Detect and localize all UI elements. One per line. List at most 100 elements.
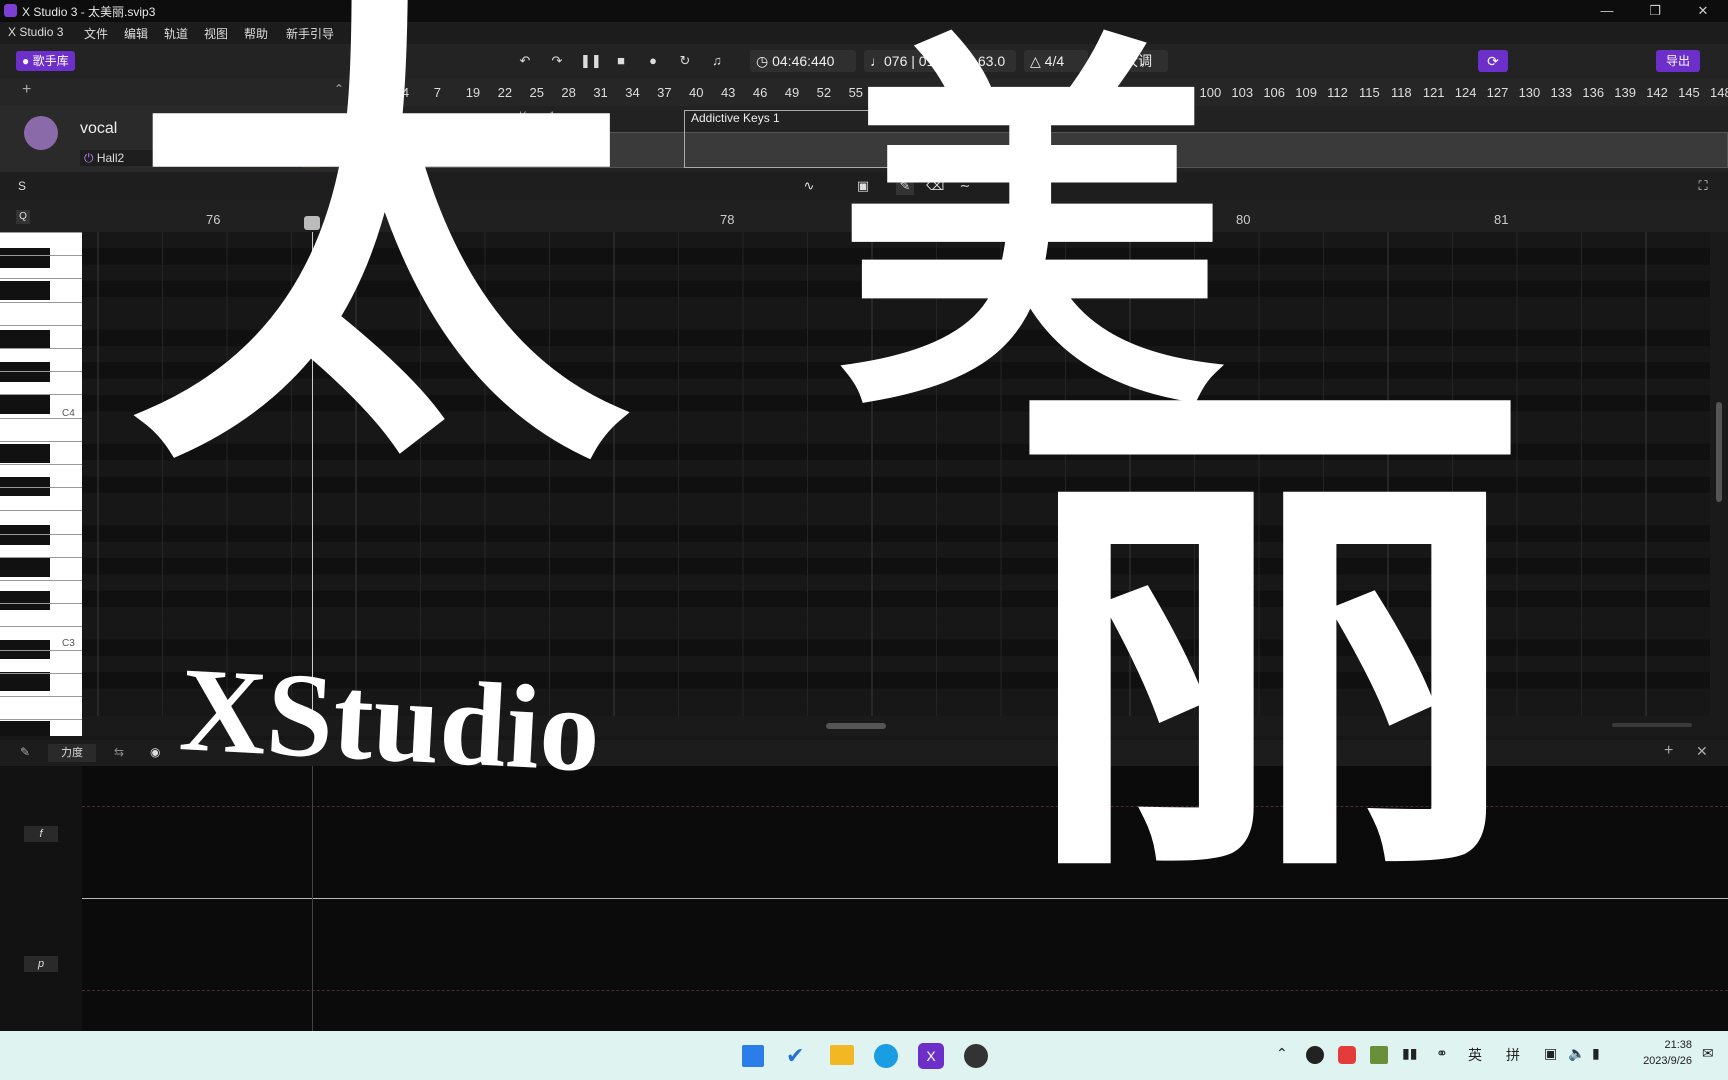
bar-number: 106 bbox=[1263, 85, 1286, 100]
singer-library-label: 歌手库 bbox=[32, 54, 69, 68]
black-key[interactable] bbox=[0, 280, 50, 301]
bar-number: 40 bbox=[689, 85, 704, 100]
black-key[interactable] bbox=[0, 590, 50, 610]
sync-icon[interactable]: ⟳ bbox=[1478, 50, 1508, 72]
key-label-c3: C3 bbox=[62, 638, 75, 649]
white-key-divider bbox=[0, 324, 82, 326]
black-key[interactable] bbox=[0, 329, 50, 350]
tray-netease-icon[interactable] bbox=[1338, 1046, 1356, 1064]
eye-icon[interactable]: ◉ bbox=[150, 745, 160, 759]
singer-library-button[interactable]: ● 歌手库 bbox=[16, 51, 75, 71]
bar-81: 81 bbox=[1494, 212, 1509, 227]
bar-number: 142 bbox=[1646, 85, 1668, 100]
menu-file[interactable]: 文件 bbox=[84, 25, 108, 42]
bar-number: 46 bbox=[752, 85, 768, 100]
edge-icon[interactable] bbox=[874, 1044, 898, 1068]
white-key-divider bbox=[0, 348, 82, 349]
taskbar: ✔ X ⌃ ▮▮ ⚭ 英 拼 ▣ 🔈 ▮ 21:38 2023/9/26 ✉ bbox=[0, 1031, 1728, 1080]
battery-icon[interactable]: ▮ bbox=[1592, 1045, 1600, 1062]
speaker-icon[interactable]: 🔈 bbox=[1568, 1045, 1585, 1062]
white-key-divider bbox=[0, 719, 82, 721]
tray-app-icon[interactable] bbox=[1306, 1046, 1324, 1064]
black-key[interactable] bbox=[0, 443, 50, 464]
black-key[interactable] bbox=[0, 558, 50, 578]
bar-number: 52 bbox=[816, 85, 832, 100]
add-track-icon[interactable]: + bbox=[22, 81, 31, 99]
ime-pinyin[interactable]: 拼 bbox=[1506, 1045, 1520, 1065]
obs-icon[interactable] bbox=[964, 1044, 988, 1068]
tray-bars-icon[interactable]: ▮▮ bbox=[1402, 1045, 1417, 1062]
xstudio-taskbar-icon[interactable]: X bbox=[918, 1043, 944, 1069]
bar-number: 145 bbox=[1678, 85, 1700, 100]
white-key-divider bbox=[0, 510, 82, 512]
export-button[interactable]: 导出 bbox=[1656, 50, 1700, 72]
close-panel-icon[interactable]: ✕ bbox=[1696, 743, 1708, 760]
piano-button[interactable]: p bbox=[24, 956, 58, 972]
menu-app[interactable]: X Studio 3 bbox=[8, 25, 63, 39]
white-key-divider bbox=[0, 394, 82, 396]
fit-view-icon[interactable]: ⛶ bbox=[1694, 177, 1712, 195]
white-key-divider bbox=[0, 580, 82, 581]
black-key[interactable] bbox=[0, 672, 50, 692]
white-key-divider bbox=[0, 278, 82, 280]
lower-guide bbox=[82, 990, 1728, 992]
folder-icon[interactable] bbox=[830, 1045, 854, 1065]
white-key-divider bbox=[0, 301, 82, 303]
bar-number: 115 bbox=[1359, 85, 1380, 100]
vertical-scrollbar[interactable] bbox=[1710, 232, 1728, 716]
black-key[interactable] bbox=[0, 721, 50, 736]
edit-icon[interactable]: ✎ bbox=[20, 745, 30, 759]
microphone-icon[interactable]: ⚭ bbox=[1436, 1045, 1448, 1062]
start-icon[interactable] bbox=[742, 1045, 764, 1067]
overlay-char-tai: 太 bbox=[130, 0, 630, 517]
tray-app2-icon[interactable] bbox=[1370, 1046, 1388, 1064]
white-key-divider bbox=[0, 440, 82, 442]
clock-date[interactable]: 2023/9/26 bbox=[1630, 1055, 1692, 1067]
black-key[interactable] bbox=[0, 476, 50, 496]
swap-icon[interactable]: ⇆ bbox=[114, 745, 124, 759]
white-key-divider bbox=[0, 255, 82, 257]
ime-english[interactable]: 英 bbox=[1468, 1045, 1482, 1065]
overlay-char-li: 丽 bbox=[1010, 352, 1530, 927]
add-param-icon[interactable]: + bbox=[1664, 742, 1673, 760]
white-key-divider bbox=[0, 603, 82, 605]
hscroll-thumb[interactable] bbox=[826, 723, 886, 729]
bar-number: 49 bbox=[784, 85, 800, 100]
white-key-divider bbox=[0, 371, 82, 373]
quantize-button[interactable]: Q bbox=[16, 210, 30, 224]
bar-number: 136 bbox=[1582, 85, 1605, 100]
forte-button[interactable]: f bbox=[24, 826, 58, 842]
black-key[interactable] bbox=[0, 525, 50, 545]
bar-80: 80 bbox=[1236, 212, 1251, 227]
todo-icon[interactable]: ✔ bbox=[786, 1043, 804, 1069]
black-key[interactable] bbox=[0, 248, 50, 268]
white-key-divider bbox=[0, 487, 82, 489]
white-key-divider bbox=[0, 464, 82, 465]
curve-icon[interactable]: ∿ bbox=[800, 177, 818, 195]
white-key-divider bbox=[0, 626, 82, 628]
black-key[interactable] bbox=[0, 395, 50, 415]
white-key-divider bbox=[0, 533, 82, 535]
clock-time[interactable]: 21:38 bbox=[1650, 1039, 1692, 1051]
clip-title: Addictive Keys 1 bbox=[691, 111, 780, 125]
bar-number: 109 bbox=[1295, 85, 1317, 100]
record-icon[interactable]: ● bbox=[644, 52, 662, 70]
piano-keyboard[interactable]: C4 C3 bbox=[0, 232, 82, 736]
white-key-divider bbox=[0, 232, 82, 233]
tray-expand-icon[interactable]: ⌃ bbox=[1276, 1045, 1288, 1062]
minimize-button[interactable]: — bbox=[1584, 0, 1630, 22]
vscroll-thumb[interactable] bbox=[1716, 402, 1722, 502]
network-icon[interactable]: ▣ bbox=[1544, 1045, 1557, 1062]
velocity-tab[interactable]: 力度 bbox=[48, 744, 96, 762]
maximize-button[interactable]: ❐ bbox=[1632, 0, 1678, 22]
solo-toggle[interactable]: S bbox=[18, 179, 26, 193]
notification-icon[interactable]: ✉ bbox=[1702, 1045, 1714, 1062]
bar-number: 127 bbox=[1486, 85, 1509, 100]
track-name[interactable]: vocal bbox=[80, 120, 117, 138]
close-button[interactable]: ✕ bbox=[1680, 0, 1726, 22]
loop-icon[interactable]: ↻ bbox=[676, 52, 694, 70]
zoom-slider[interactable] bbox=[1612, 723, 1692, 727]
reverb-value: Hall2 bbox=[96, 151, 125, 165]
metronome-icon[interactable]: ♫ bbox=[708, 52, 726, 70]
bar-number: 121 bbox=[1422, 85, 1445, 100]
